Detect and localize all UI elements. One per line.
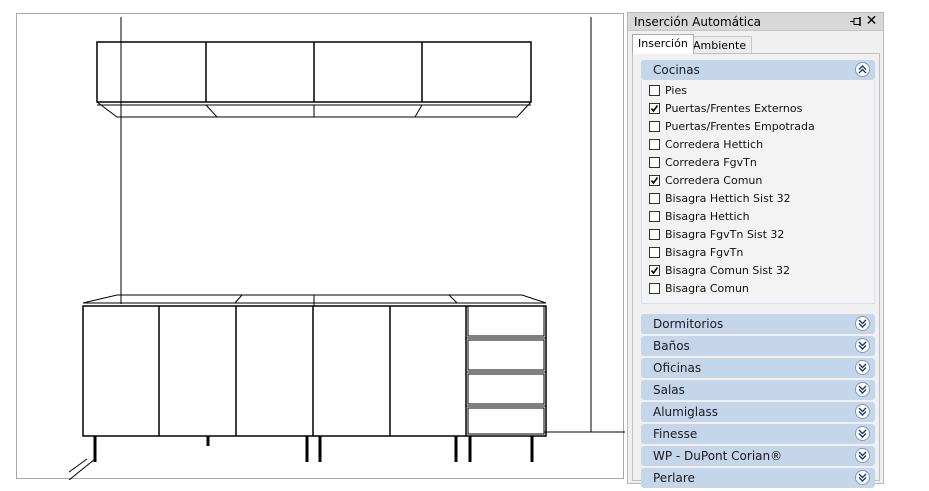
close-icon[interactable]: ✕ <box>865 14 878 28</box>
group-header-salas[interactable]: Salas <box>641 380 875 400</box>
chevron-double-down-icon[interactable] <box>855 360 870 375</box>
group-label: Cocinas <box>653 63 700 77</box>
item-label: Bisagra Hettich <box>665 210 750 223</box>
item-label: Corredera Hettich <box>665 138 764 151</box>
checkbox-checked[interactable] <box>649 265 660 276</box>
chevron-double-down-icon[interactable] <box>855 448 870 463</box>
item-label: Puertas/Frentes Externos <box>665 102 803 115</box>
chevron-double-down-icon[interactable] <box>855 404 870 419</box>
checkbox[interactable] <box>649 157 660 168</box>
checkbox[interactable] <box>649 211 660 222</box>
chevron-double-down-icon[interactable] <box>855 426 870 441</box>
group-header-oficinas[interactable]: Oficinas <box>641 358 875 378</box>
item-label: Pies <box>665 84 687 97</box>
group-header-alumiglass[interactable]: Alumiglass <box>641 402 875 422</box>
group-label: Perlare <box>653 471 695 485</box>
auto-insert-panel: Inserción Automática ✕ Inserción Ambient… <box>627 12 884 488</box>
chevron-double-up-icon[interactable] <box>855 62 870 77</box>
group-header-finesse[interactable]: Finesse <box>641 424 875 444</box>
panel-title: Inserción Automática <box>634 15 762 29</box>
checkbox-checked[interactable] <box>649 175 660 186</box>
group-header-banos[interactable]: Baños <box>641 336 875 356</box>
checkbox-checked[interactable] <box>649 103 660 114</box>
item-label: Bisagra FgvTn Sist 32 <box>665 228 785 241</box>
chevron-double-down-icon[interactable] <box>855 382 870 397</box>
chevron-double-down-icon[interactable] <box>855 470 870 485</box>
tab-insercion[interactable]: Inserción <box>632 34 694 54</box>
checkbox[interactable] <box>649 121 660 132</box>
checkbox[interactable] <box>649 193 660 204</box>
panel-title-bar[interactable]: Inserción Automática ✕ <box>628 13 883 31</box>
item-label: Corredera FgvTn <box>665 156 757 169</box>
item-label: Corredera Comun <box>665 174 763 187</box>
chevron-double-down-icon[interactable] <box>855 316 870 331</box>
checkbox[interactable] <box>649 85 660 96</box>
checkbox[interactable] <box>649 229 660 240</box>
group-label: Dormitorios <box>653 317 724 331</box>
model-viewport[interactable] <box>16 13 625 480</box>
group-label: WP - DuPont Corian® <box>653 449 783 463</box>
group-header-cocinas[interactable]: Cocinas <box>641 60 875 80</box>
group-label: Alumiglass <box>653 405 718 419</box>
pin-icon[interactable] <box>849 15 863 28</box>
group-header-wp-dupont-corian[interactable]: WP - DuPont Corian® <box>641 446 875 466</box>
cocinas-item-list: Pies Puertas/Frentes Externos Puertas/Fr… <box>641 80 875 304</box>
chevron-double-down-icon[interactable] <box>855 338 870 353</box>
item-label: Bisagra FgvTn <box>665 246 744 259</box>
group-label: Finesse <box>653 427 698 441</box>
checkbox[interactable] <box>649 247 660 258</box>
tab-ambiente[interactable]: Ambiente <box>687 36 753 53</box>
kitchen-cabinet-drawing <box>68 17 625 480</box>
group-label: Salas <box>653 383 685 397</box>
group-label: Oficinas <box>653 361 702 375</box>
item-label: Puertas/Frentes Empotrada <box>665 120 815 133</box>
tab-content: Cocinas Pies Puertas/Frentes Externos Pu… <box>632 53 880 488</box>
checkbox[interactable] <box>649 139 660 150</box>
item-label: Bisagra Comun <box>665 282 749 295</box>
group-header-dormitorios[interactable]: Dormitorios <box>641 314 875 334</box>
group-header-perlare[interactable]: Perlare <box>641 468 875 488</box>
checkbox[interactable] <box>649 283 660 294</box>
item-label: Bisagra Comun Sist 32 <box>665 264 790 277</box>
group-label: Baños <box>653 339 690 353</box>
item-label: Bisagra Hettich Sist 32 <box>665 192 791 205</box>
